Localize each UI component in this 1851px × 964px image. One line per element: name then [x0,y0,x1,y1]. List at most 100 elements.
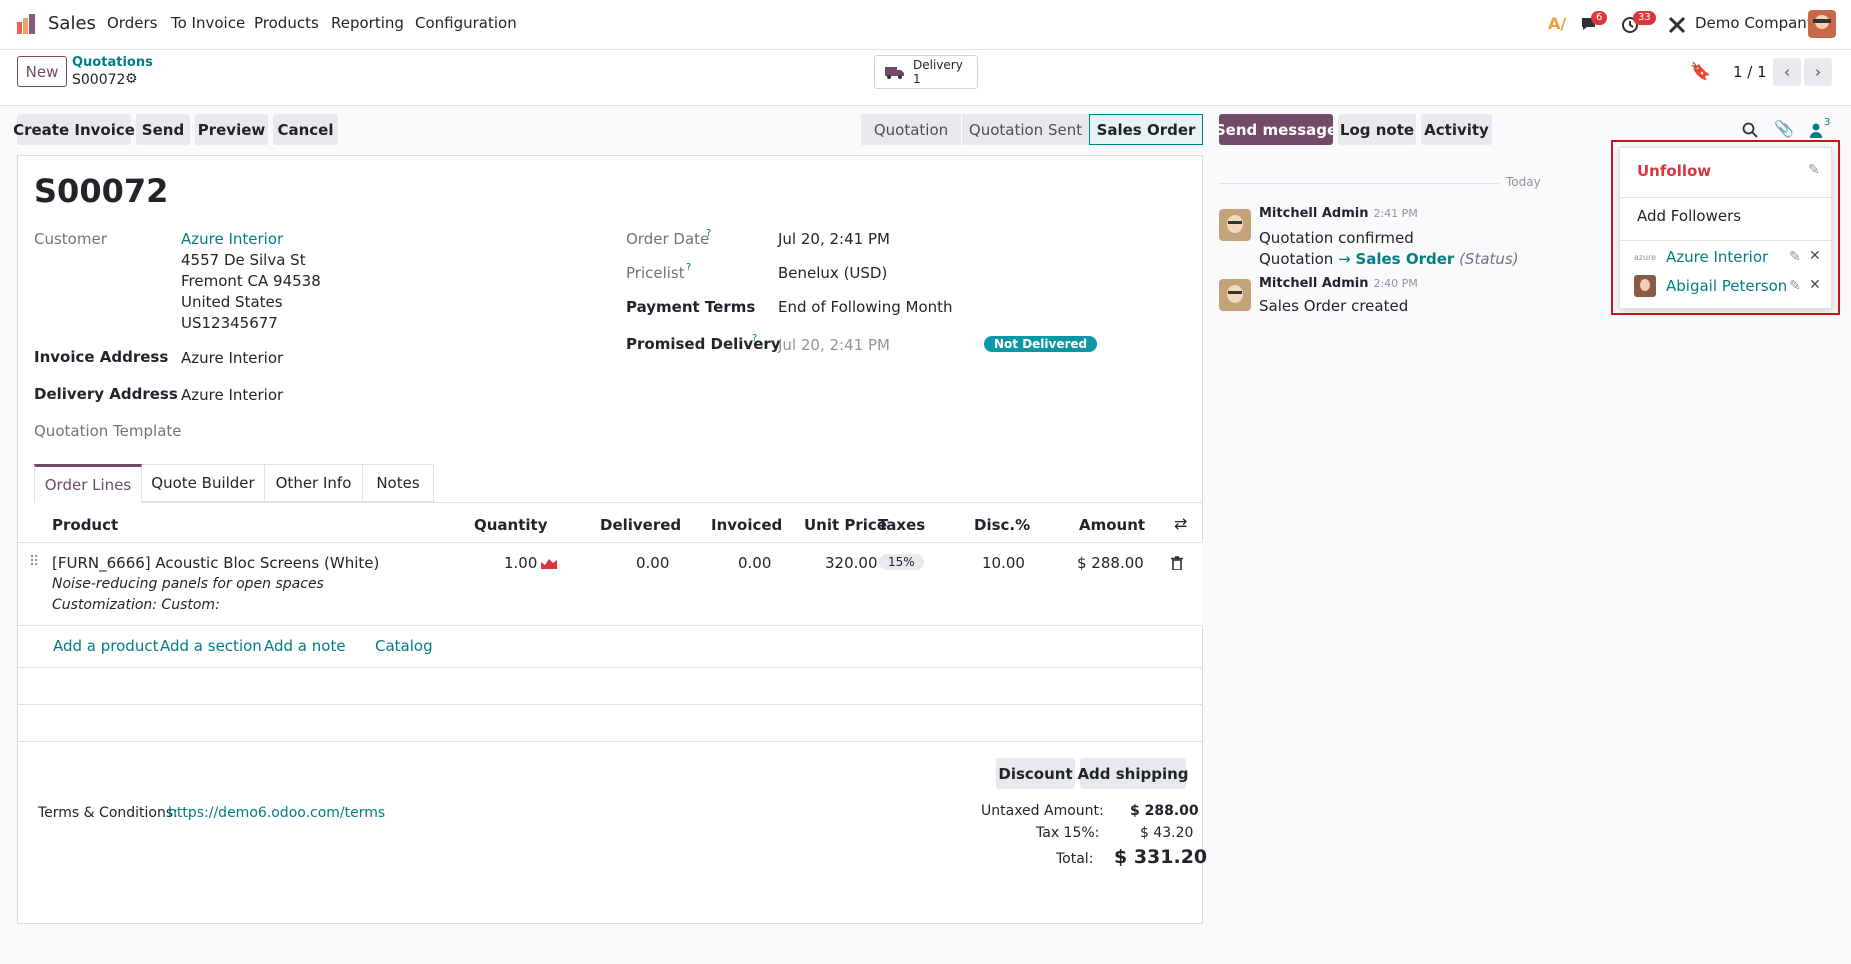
search-icon[interactable] [1742,122,1758,138]
add-shipping-button[interactable]: Add shipping [1077,758,1189,789]
column-header-product[interactable]: Product [52,516,118,534]
pager-previous-button[interactable]: ‹ [1773,58,1801,86]
pricelist-label: Pricelist [626,264,685,282]
tax-value: $ 43.20 [1140,825,1194,841]
breadcrumb-quotations[interactable]: Quotations [72,55,153,70]
payment-terms-label: Payment Terms [626,298,756,316]
menu-to-invoice[interactable]: To Invoice [171,14,245,32]
avatar[interactable] [1219,279,1251,311]
menu-configuration[interactable]: Configuration [415,14,517,32]
company-switcher[interactable]: Demo Company [1695,14,1816,32]
address-line: Fremont CA 94538 [181,272,321,290]
menu-products[interactable]: Products [254,14,319,32]
add-note-link[interactable]: Add a note [264,637,346,655]
bookmark-icon[interactable]: 🔖 [1690,62,1711,82]
address-line: United States [181,293,283,311]
total-value: $ 331.20 [1114,846,1208,868]
send-button[interactable]: Send [136,114,190,145]
message-author[interactable]: Mitchell Admin 2:40 PM [1259,276,1418,291]
cancel-button[interactable]: Cancel [273,114,338,145]
tab-quote-builder[interactable]: Quote Builder [142,464,265,502]
column-header-taxes[interactable]: Taxes [878,516,925,534]
help-tooltip-icon[interactable]: ? [706,228,711,239]
tab-notes[interactable]: Notes [363,464,434,502]
preview-button[interactable]: Preview [195,114,268,145]
drag-handle-icon[interactable]: ⠿ [29,554,39,570]
sales-app-icon[interactable] [17,14,37,34]
odoo-ai-icon[interactable]: A/ [1548,14,1566,33]
catalog-link[interactable]: Catalog [375,637,433,655]
message-body: Sales Order created [1259,297,1409,315]
log-note-button[interactable]: Log note [1338,114,1416,145]
debug-tools-icon[interactable] [1668,16,1686,34]
pager-value[interactable]: 1 / 1 [1733,63,1767,81]
help-tooltip-icon[interactable]: ? [686,262,691,273]
column-header-invoiced[interactable]: Invoiced [711,516,782,534]
message-body: Quotation confirmed [1259,229,1414,247]
paperclip-icon[interactable]: 📎 [1774,119,1794,138]
product-link[interactable]: [FURN_6666] Acoustic Bloc Screens (White… [52,554,379,572]
send-message-button[interactable]: Send message [1215,114,1337,145]
promised-delivery-label: Promised Delivery [626,335,781,353]
terms-link[interactable]: https://demo6.odoo.com/terms [168,805,385,821]
app-name[interactable]: Sales [48,13,96,34]
menu-reporting[interactable]: Reporting [331,14,404,32]
help-tooltip-icon[interactable]: ? [752,333,757,344]
gear-icon[interactable]: ⚙ [125,71,138,87]
tax-badge[interactable]: 15% [879,554,924,570]
customer-link[interactable]: Azure Interior [181,230,283,248]
trash-icon[interactable] [1171,556,1183,570]
forecast-chart-icon[interactable] [541,557,557,569]
messages-badge: 6 [1591,11,1608,25]
followers-icon[interactable] [1809,122,1823,138]
delivery-address-label: Delivery Address [34,385,178,403]
order-date-field[interactable]: Jul 20, 2:41 PM [778,230,890,248]
tab-other-info[interactable]: Other Info [265,464,363,502]
column-header-quantity[interactable]: Quantity [474,516,548,534]
followers-count[interactable]: 3 [1824,117,1830,128]
row-divider [18,704,1203,705]
stage-quotation-sent[interactable]: Quotation Sent [961,114,1089,145]
stage-quotation[interactable]: Quotation [861,114,961,145]
product-customization: Customization: Custom: [52,597,220,613]
amount-cell: $ 288.00 [1077,554,1144,572]
add-section-link[interactable]: Add a section [160,637,262,655]
delivery-status-badge: Not Delivered [984,336,1098,352]
add-product-link[interactable]: Add a product [53,637,158,655]
create-invoice-button[interactable]: Create Invoice [13,114,135,145]
column-header-unit-price[interactable]: Unit Price [804,516,887,534]
column-header-delivered[interactable]: Delivered [600,516,681,534]
menu-orders[interactable]: Orders [107,14,157,32]
tab-order-lines[interactable]: Order Lines [34,464,142,503]
activity-button[interactable]: Activity [1421,114,1492,145]
user-avatar[interactable] [1808,10,1836,38]
top-navbar: Sales Orders To Invoice Products Reporti… [0,0,1851,50]
avatar[interactable] [1219,209,1251,241]
address-line: 4557 De Silva St [181,251,306,269]
pager-next-button[interactable]: › [1804,58,1832,86]
highlight-box [1611,140,1840,315]
status-stages: Quotation Quotation Sent Sales Order [861,114,1203,145]
message-time: 2:41 PM [1373,207,1418,220]
unit-price-cell[interactable]: 320.00 [825,554,878,572]
delivery-address-field[interactable]: Azure Interior [181,386,283,404]
new-button[interactable]: New [17,56,67,87]
promised-delivery-field: Jul 20, 2:41 PM [778,336,890,354]
message-author[interactable]: Mitchell Admin 2:41 PM [1259,206,1418,221]
invoice-address-field[interactable]: Azure Interior [181,349,283,367]
column-header-discount[interactable]: Disc.% [974,516,1030,534]
discount-cell[interactable]: 10.00 [982,554,1025,572]
breadcrumb-current-record: S00072 [72,72,126,88]
pricelist-field[interactable]: Benelux (USD) [778,264,887,282]
discount-button[interactable]: Discount [996,758,1075,789]
payment-terms-field[interactable]: End of Following Month [778,298,953,316]
quantity-cell[interactable]: 1.00 [504,554,537,572]
stage-sales-order[interactable]: Sales Order [1089,114,1203,145]
row-divider [18,667,1203,668]
column-settings-icon[interactable]: ⇄ [1174,514,1187,533]
column-header-amount[interactable]: Amount [1079,516,1145,534]
delivery-smart-button[interactable]: Delivery 1 [874,55,978,89]
arrow-right-icon: → [1338,250,1351,268]
address-line: US12345677 [181,314,278,332]
row-divider [18,625,1203,626]
